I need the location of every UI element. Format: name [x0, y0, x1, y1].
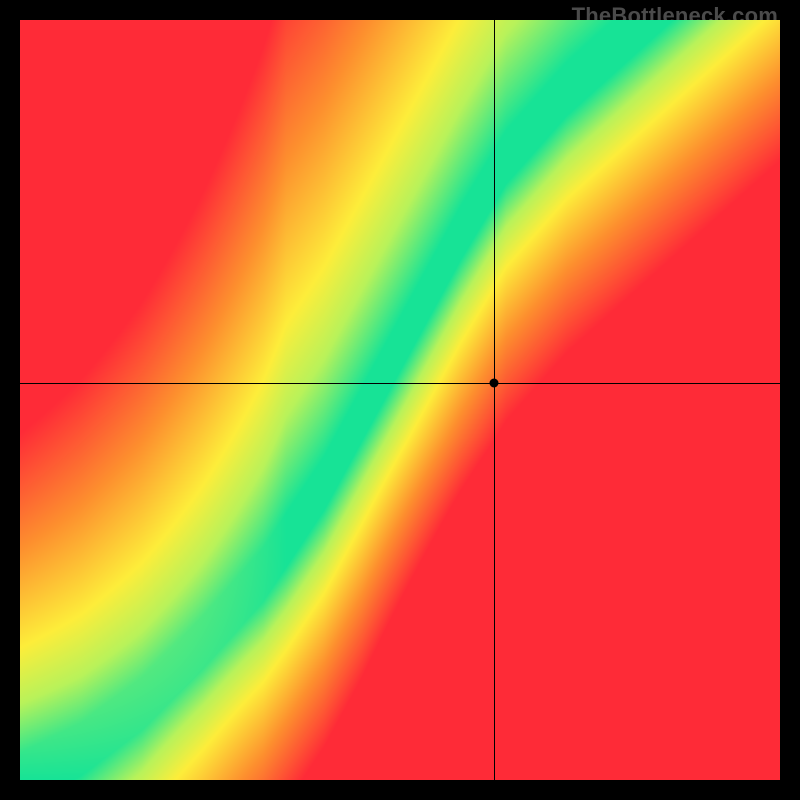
crosshair-horizontal — [20, 383, 780, 384]
chart-frame: TheBottleneck.com — [0, 0, 800, 800]
heatmap-canvas — [20, 20, 780, 780]
heatmap-plot — [20, 20, 780, 780]
selected-point-marker — [490, 379, 499, 388]
crosshair-vertical — [494, 20, 495, 780]
